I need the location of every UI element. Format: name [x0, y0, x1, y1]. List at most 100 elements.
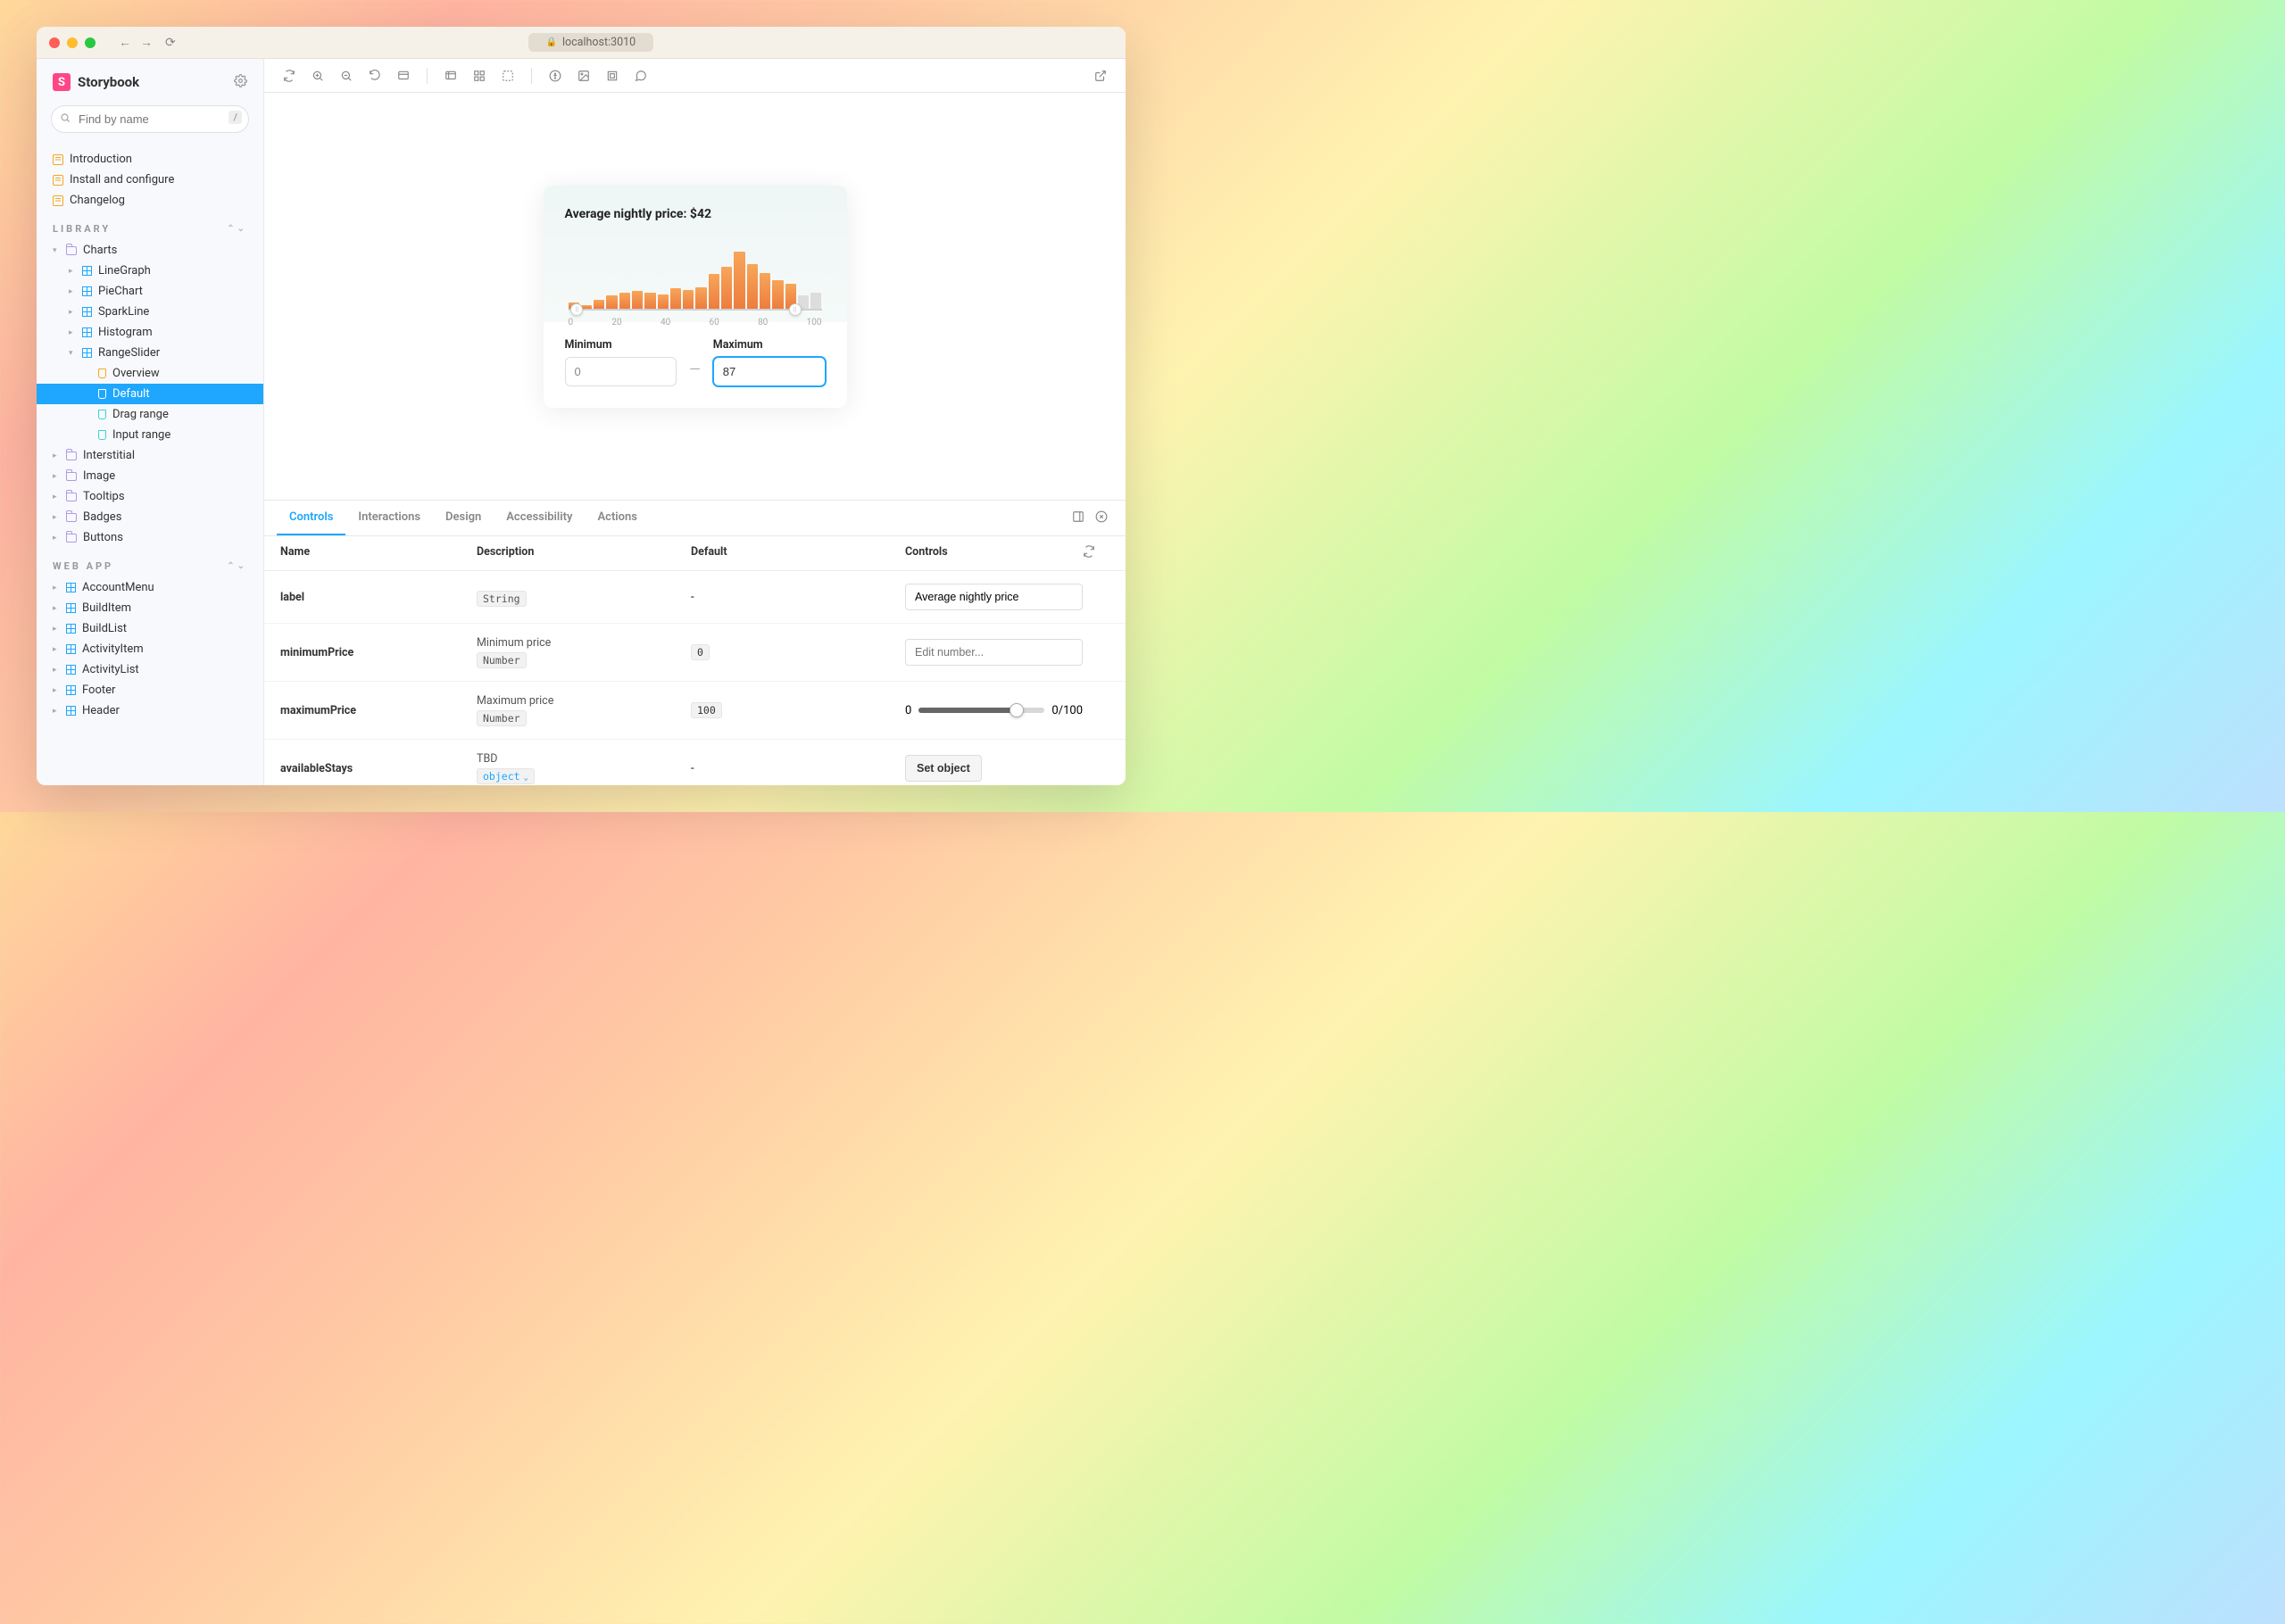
- tab-accessibility[interactable]: Accessibility: [494, 501, 585, 535]
- sidebar-item-accountmenu[interactable]: ▸AccountMenu: [37, 577, 263, 598]
- slider-handle-max[interactable]: ||: [789, 303, 802, 316]
- preview-title: Average nightly price: $42: [565, 207, 826, 221]
- sidebar-item-label: Badges: [83, 510, 121, 524]
- sidebar-item-buildlist[interactable]: ▸BuildList: [37, 618, 263, 639]
- sidebar-item-footer[interactable]: ▸Footer: [37, 680, 263, 700]
- background-icon[interactable]: [438, 63, 463, 88]
- browser-nav: ← → ⟳: [119, 37, 176, 49]
- set-object-button[interactable]: Set object: [905, 755, 982, 782]
- component-icon: [82, 348, 92, 358]
- tab-actions[interactable]: Actions: [585, 501, 650, 535]
- sidebar-item-drag-range[interactable]: Drag range: [37, 404, 263, 425]
- sidebar-item-label: PieChart: [98, 285, 143, 298]
- traffic-lights: [49, 37, 96, 48]
- max-label: Maximum: [713, 338, 826, 352]
- control-slider[interactable]: [918, 708, 1044, 713]
- sidebar-item-activitylist[interactable]: ▸ActivityList: [37, 659, 263, 680]
- sidebar-item-interstitial[interactable]: ▸Interstitial: [37, 445, 263, 466]
- sidebar-item-label: ActivityList: [82, 663, 139, 676]
- sidebar-item-charts[interactable]: ▾Charts: [37, 240, 263, 261]
- section-header-library[interactable]: LIBRARY⌃⌄: [37, 211, 263, 240]
- control-row-availableStays: availableStays TBDobject⌄ - Set object: [264, 740, 1126, 785]
- zoom-in-icon[interactable]: [305, 63, 330, 88]
- sidebar-doc-changelog[interactable]: Changelog: [37, 190, 263, 211]
- folder-icon: [66, 513, 77, 522]
- outline-icon[interactable]: [600, 63, 625, 88]
- sidebar-item-label: ActivityItem: [82, 642, 144, 656]
- tab-interactions[interactable]: Interactions: [345, 501, 433, 535]
- control-number-input[interactable]: [905, 639, 1083, 666]
- sidebar-item-label: Image: [83, 469, 115, 483]
- sidebar-doc-install-and-configure[interactable]: Install and configure: [37, 170, 263, 190]
- back-icon[interactable]: ←: [119, 37, 131, 49]
- browser-window: ← → ⟳ 🔒 localhost:3010 S Storybook: [37, 27, 1126, 785]
- sidebar-item-image[interactable]: ▸Image: [37, 466, 263, 486]
- maximize-window-icon[interactable]: [85, 37, 96, 48]
- viewport-icon[interactable]: [391, 63, 416, 88]
- tick-label: 0: [569, 318, 574, 327]
- open-external-icon[interactable]: [1088, 63, 1113, 88]
- accessibility-icon[interactable]: [543, 63, 568, 88]
- minimize-window-icon[interactable]: [67, 37, 78, 48]
- component-icon: [66, 603, 76, 613]
- addons-panel: ControlsInteractionsDesignAccessibilityA…: [264, 500, 1126, 785]
- slider-track[interactable]: || ||: [569, 309, 822, 311]
- slider-handle-min[interactable]: ||: [570, 303, 583, 316]
- tab-design[interactable]: Design: [433, 501, 494, 535]
- control-description: Maximum priceNumber: [477, 694, 691, 726]
- range-dash: —: [689, 360, 701, 386]
- sync-icon[interactable]: [277, 63, 302, 88]
- tab-controls[interactable]: Controls: [277, 501, 345, 535]
- sidebar-item-label: Header: [82, 704, 120, 717]
- sidebar-item-overview[interactable]: Overview: [37, 363, 263, 384]
- sidebar-item-rangeslider[interactable]: ▾RangeSlider: [37, 343, 263, 363]
- gear-icon[interactable]: [234, 74, 247, 91]
- section-header-webapp[interactable]: WEB APP⌃⌄: [37, 548, 263, 577]
- zoom-reset-icon[interactable]: [362, 63, 387, 88]
- control-text-input[interactable]: [905, 584, 1083, 610]
- comment-icon[interactable]: [628, 63, 653, 88]
- sidebar-doc-introduction[interactable]: Introduction: [37, 149, 263, 170]
- sidebar-item-histogram[interactable]: ▸Histogram: [37, 322, 263, 343]
- panel-orientation-icon[interactable]: [1067, 504, 1090, 532]
- sidebar-item-piechart[interactable]: ▸PieChart: [37, 281, 263, 302]
- reset-all-icon[interactable]: [1083, 545, 1109, 561]
- sidebar-item-input-range[interactable]: Input range: [37, 425, 263, 445]
- sidebar-item-activityitem[interactable]: ▸ActivityItem: [37, 639, 263, 659]
- chevron-right-icon: ▸: [53, 452, 60, 460]
- rangeslider-preview: Average nightly price: $42 || || 0204060…: [544, 186, 847, 408]
- grid-icon[interactable]: [467, 63, 492, 88]
- zoom-out-icon[interactable]: [334, 63, 359, 88]
- sidebar-item-tooltips[interactable]: ▸Tooltips: [37, 486, 263, 507]
- sidebar-item-default[interactable]: Default: [37, 384, 263, 404]
- histogram-bar: [772, 280, 783, 309]
- titlebar: ← → ⟳ 🔒 localhost:3010: [37, 27, 1126, 59]
- min-input[interactable]: [565, 357, 677, 386]
- close-window-icon[interactable]: [49, 37, 60, 48]
- folder-icon: [66, 472, 77, 481]
- folder-icon: [66, 452, 77, 460]
- slider-max-label: 0/100: [1051, 704, 1083, 717]
- control-description: String: [477, 588, 691, 607]
- close-panel-icon[interactable]: [1090, 504, 1113, 532]
- forward-icon[interactable]: →: [140, 37, 153, 49]
- component-icon: [82, 266, 92, 276]
- search-input[interactable]: [51, 105, 249, 133]
- histogram-bar: [594, 300, 604, 309]
- control-name: minimumPrice: [280, 646, 477, 659]
- sidebar-item-badges[interactable]: ▸Badges: [37, 507, 263, 527]
- reload-icon[interactable]: ⟳: [165, 37, 176, 49]
- measure-icon[interactable]: [495, 63, 520, 88]
- sidebar-item-label: BuildList: [82, 622, 127, 635]
- toolbar-separator: [427, 68, 428, 84]
- sidebar-item-header[interactable]: ▸Header: [37, 700, 263, 721]
- histogram-bar: [670, 288, 681, 308]
- url-bar[interactable]: 🔒 localhost:3010: [528, 33, 654, 52]
- max-input[interactable]: [713, 357, 826, 386]
- histogram-bar: [734, 252, 744, 309]
- sidebar-item-builditem[interactable]: ▸BuildItem: [37, 598, 263, 618]
- sidebar-item-buttons[interactable]: ▸Buttons: [37, 527, 263, 548]
- sidebar-item-linegraph[interactable]: ▸LineGraph: [37, 261, 263, 281]
- sidebar-item-sparkline[interactable]: ▸SparkLine: [37, 302, 263, 322]
- image-icon[interactable]: [571, 63, 596, 88]
